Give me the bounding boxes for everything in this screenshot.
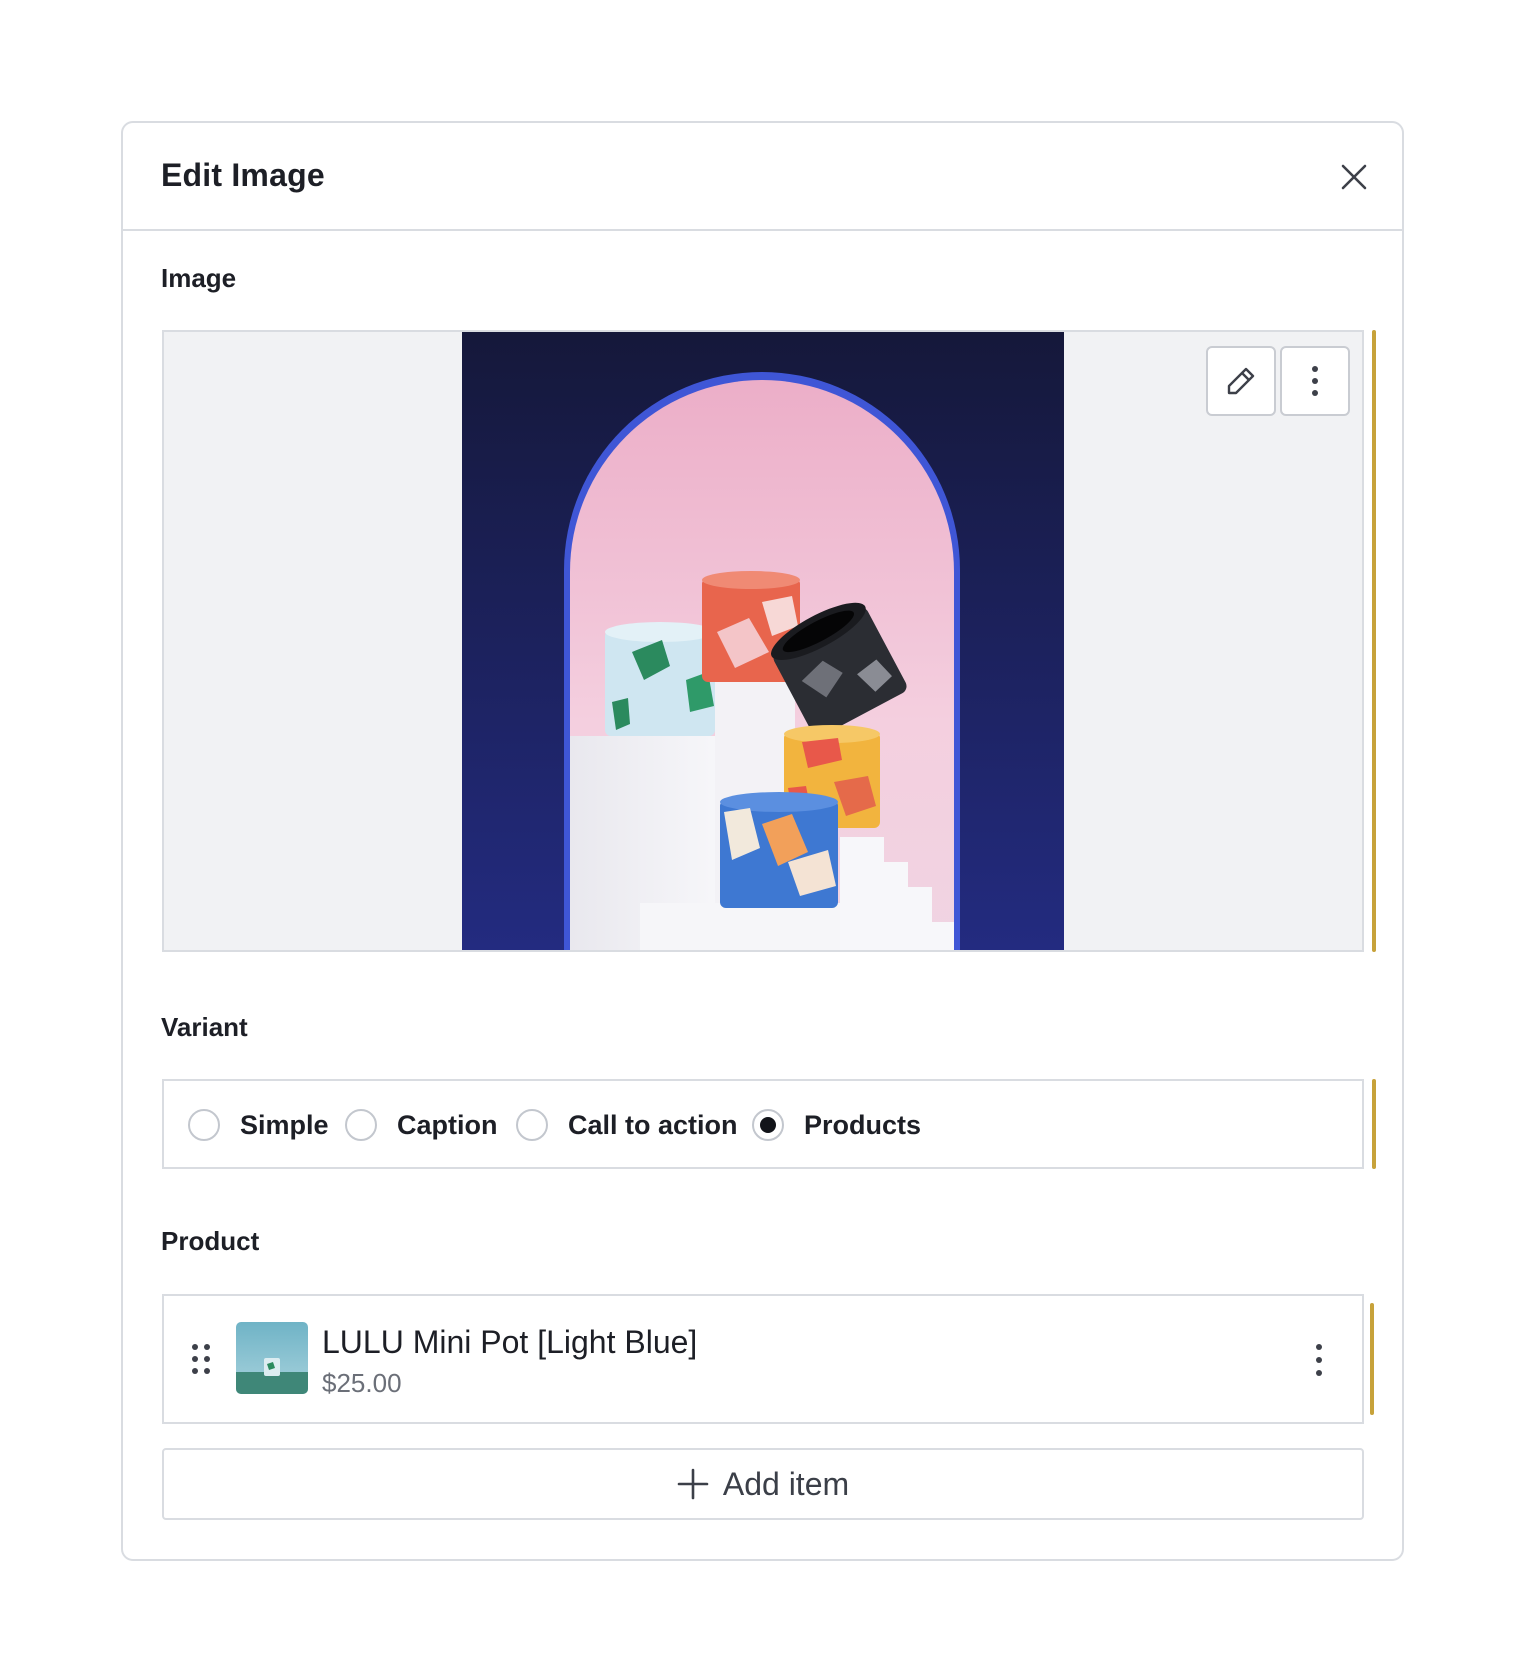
variant-radio-group: Simple Caption Call to action Products <box>162 1079 1364 1169</box>
variant-option-caption[interactable]: Caption <box>345 1105 498 1145</box>
variant-option-label: Products <box>804 1109 922 1140</box>
image-preview <box>162 330 1364 952</box>
plus-icon <box>677 1468 709 1500</box>
variant-option-call-to-action[interactable]: Call to action <box>516 1105 738 1145</box>
dialog-header: Edit Image <box>123 123 1402 231</box>
product-photo-illustration <box>462 332 1064 950</box>
product-thumbnail <box>236 1322 308 1394</box>
close-button[interactable] <box>1336 159 1372 195</box>
add-item-button[interactable]: Add item <box>162 1448 1364 1520</box>
vertical-dots-icon <box>1312 366 1318 396</box>
variant-option-label: Call to action <box>568 1109 738 1140</box>
radio-selected-dot <box>760 1117 776 1133</box>
variant-accent-bar <box>1372 1079 1376 1169</box>
pencil-icon <box>1227 367 1255 395</box>
product-photo <box>462 332 1064 950</box>
variant-section-label: Variant <box>161 1012 248 1042</box>
edit-image-dialog: Edit Image Image Variant Simple Caption … <box>121 121 1404 1561</box>
product-list-item: LULU Mini Pot [Light Blue] $25.00 <box>162 1294 1364 1424</box>
edit-image-button[interactable] <box>1206 346 1276 416</box>
product-name: LULU Mini Pot [Light Blue] <box>322 1324 698 1360</box>
radio-circle[interactable] <box>345 1109 377 1141</box>
variant-option-label: Caption <box>397 1109 498 1140</box>
radio-circle[interactable] <box>188 1109 220 1141</box>
product-more-button[interactable] <box>1314 1342 1324 1378</box>
add-item-label: Add item <box>722 1465 850 1502</box>
variant-option-label: Simple <box>240 1109 329 1140</box>
variant-option-simple[interactable]: Simple <box>188 1105 329 1145</box>
product-price: $25.00 <box>322 1368 402 1398</box>
radio-circle-selected[interactable] <box>752 1109 784 1141</box>
drag-handle[interactable] <box>190 1342 214 1376</box>
image-more-button[interactable] <box>1280 346 1350 416</box>
radio-circle[interactable] <box>516 1109 548 1141</box>
vertical-dots-icon <box>1316 1344 1322 1376</box>
image-accent-bar <box>1372 330 1376 952</box>
product-section-label: Product <box>161 1226 260 1256</box>
dialog-title: Edit Image <box>161 157 325 193</box>
close-icon <box>1341 164 1367 190</box>
drag-handle-icon <box>192 1344 210 1374</box>
image-section-label: Image <box>161 263 237 293</box>
variant-option-products[interactable]: Products <box>752 1105 921 1145</box>
product-accent-bar <box>1370 1303 1374 1415</box>
